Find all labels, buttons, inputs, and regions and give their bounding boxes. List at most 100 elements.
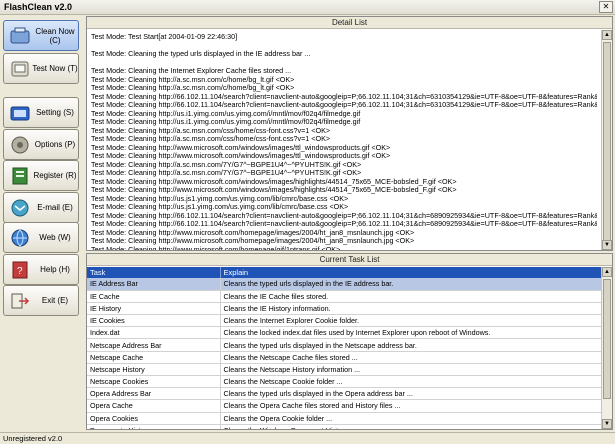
svg-text:?: ? xyxy=(17,266,23,277)
log-line: Test Mode: Cleaning http://www.microsoft… xyxy=(91,143,391,152)
table-row[interactable]: IE Cookies Cleans the Internet Explorer C… xyxy=(87,314,601,328)
task-scroll-down-icon[interactable]: ▼ xyxy=(602,419,612,429)
explain-cell: Cleans the Windows Document History. xyxy=(220,424,601,429)
table-row[interactable]: Documents HistoryCleans the Windows Docu… xyxy=(87,424,601,429)
table-row[interactable]: IE Cache Cleans the IE Cache files stored… xyxy=(87,290,601,303)
log-line: Test Mode: Cleaning the typed urls displ… xyxy=(91,50,311,58)
status-text: Unregistered v2.0 xyxy=(3,434,63,443)
table-row[interactable]: IE Address Bar Cleans the typed urls disp… xyxy=(87,278,601,291)
log-line: Test Mode: Cleaning http://66.102.11.104… xyxy=(91,92,597,101)
explain-cell: Cleans the locked index.dat files used b… xyxy=(220,326,601,340)
task-cell: IE Cache xyxy=(87,290,221,303)
log-line: Test Mode: Cleaning the Internet Explore… xyxy=(91,67,292,75)
table-row[interactable]: Index.dat Cleans the locked index.dat fil… xyxy=(87,326,601,340)
explain-cell: Cleans the Internet Explorer Cookie fold… xyxy=(220,314,601,328)
table-row[interactable]: IE History Cleans the IE History informat… xyxy=(87,302,601,316)
log-line: Test Mode: Cleaning http://66.102.11.104… xyxy=(91,101,597,109)
web-button[interactable]: Web (W) xyxy=(3,222,79,253)
task-list-header: Current Task List xyxy=(87,254,612,266)
log-line: Test Mode: Cleaning http://www.microsoft… xyxy=(91,186,457,194)
table-row[interactable]: Netscape Cache Cleans the Netscape Cache … xyxy=(87,351,601,364)
log-line: Test Mode: Test Start[at 2004-01-09 22:4… xyxy=(91,33,238,41)
task-cell: Netscape Cookies xyxy=(87,375,221,389)
close-icon[interactable]: ✕ xyxy=(599,1,613,13)
exit-button[interactable]: Exit (E) xyxy=(3,285,79,316)
task-cell: Documents History xyxy=(87,424,221,429)
log-line: Test Mode: Cleaning http://www.microsoft… xyxy=(91,228,415,237)
task-cell: Netscape Cache xyxy=(87,351,221,364)
sidebar: Clean Now (C) Test Now (T) Setting (S) O… xyxy=(0,16,84,430)
scroll-thumb[interactable] xyxy=(603,42,611,242)
setting-button[interactable]: Setting (S) xyxy=(3,97,79,128)
register-button[interactable]: Register (R) xyxy=(3,160,79,191)
task-cell: Opera Cookies xyxy=(87,412,221,425)
options-icon xyxy=(8,134,32,156)
scroll-down-icon[interactable]: ▼ xyxy=(602,240,612,250)
table-row[interactable]: Netscape Cookies Cleans the Netscape Cook… xyxy=(87,375,601,389)
table-row[interactable]: Netscape Address Bar Cleans the typed url… xyxy=(87,338,601,352)
email-button[interactable]: E-mail (E) xyxy=(3,192,79,223)
column-header-task[interactable]: Task xyxy=(87,267,221,278)
scroll-up-icon[interactable]: ▲ xyxy=(602,30,612,40)
column-header-explain[interactable]: Explain xyxy=(220,267,601,278)
log-line: Test Mode: Cleaning http://us.js1.yimg.c… xyxy=(91,203,349,211)
status-bar: Unregistered v2.0 xyxy=(0,432,615,444)
log-line: Test Mode: Cleaning http://a.sc.msn.com/… xyxy=(91,135,331,143)
explain-cell: Cleans the Netscape Cache files stored .… xyxy=(220,351,601,364)
task-scroll-up-icon[interactable]: ▲ xyxy=(602,267,612,277)
explain-cell: Cleans the Opera Cookie folder ... xyxy=(220,412,601,425)
register-label: Register (R) xyxy=(33,171,77,180)
email-icon xyxy=(8,197,32,219)
log-line: Test Mode: Cleaning http://us.i1.yimg.co… xyxy=(91,109,361,118)
clean-now-label: Clean Now (C) xyxy=(35,26,75,45)
clean-icon xyxy=(8,25,32,47)
web-icon xyxy=(8,227,32,249)
log-line: Test Mode: Cleaning http://www.microsoft… xyxy=(91,237,415,245)
table-row[interactable]: Opera Address Bar Cleans the typed urls d… xyxy=(87,387,601,401)
test-now-label: Test Now (T) xyxy=(32,64,78,73)
detail-scrollbar[interactable]: ▲ ▼ xyxy=(601,30,612,250)
explain-cell: Cleans the Netscape History information … xyxy=(220,363,601,377)
log-line: Test Mode: Cleaning http://a.sc.msn.com/… xyxy=(91,169,362,177)
help-label: Help (H) xyxy=(40,265,70,274)
table-row[interactable]: Opera Cookies Cleans the Opera Cookie fol… xyxy=(87,412,601,425)
task-cell: Netscape Address Bar xyxy=(87,338,221,352)
explain-cell: Cleans the typed urls displayed in the N… xyxy=(220,338,601,352)
log-line: Test Mode: Cleaning http://a.sc.msn.com/… xyxy=(91,160,362,169)
task-scroll-thumb[interactable] xyxy=(603,279,611,399)
task-list-panel: Current Task List Task Explain IE Addres… xyxy=(86,253,613,430)
log-line: Test Mode: Cleaning http://a.sc.msn.com/… xyxy=(91,126,331,135)
explain-cell: Cleans the IE Cache files stored. xyxy=(220,290,601,303)
explain-cell: Cleans the IE History information. xyxy=(220,302,601,316)
table-row[interactable]: Netscape History Cleans the Netscape Hist… xyxy=(87,363,601,377)
help-button[interactable]: ? Help (H) xyxy=(3,254,79,285)
task-cell: IE Address Bar xyxy=(87,278,221,291)
task-cell: IE Cookies xyxy=(87,314,221,328)
task-scrollbar[interactable]: ▲ ▼ xyxy=(601,267,612,429)
explain-cell: Cleans the typed urls displayed in the O… xyxy=(220,387,601,401)
help-icon: ? xyxy=(8,259,32,281)
log-line: Test Mode: Cleaning http://a.sc.msn.com/… xyxy=(91,84,295,92)
clean-now-button[interactable]: Clean Now (C) xyxy=(3,20,79,51)
email-label: E-mail (E) xyxy=(37,203,73,212)
log-line: Test Mode: Cleaning http://us.i1.yimg.co… xyxy=(91,118,361,126)
log-line: Test Mode: Cleaning http://us.js1.yimg.c… xyxy=(91,194,349,203)
table-row[interactable]: Opera Cache Cleans the Opera Cache files … xyxy=(87,399,601,413)
log-line: Test Mode: Cleaning http://www.microsoft… xyxy=(91,177,457,186)
log-line: Test Mode: Cleaning http://www.microsoft… xyxy=(91,152,391,160)
exit-icon xyxy=(8,290,32,312)
explain-cell: Cleans the Opera Cache files stored and … xyxy=(220,399,601,413)
options-button[interactable]: Options (P) xyxy=(3,129,79,160)
options-label: Options (P) xyxy=(34,140,76,149)
explain-cell: Cleans the typed urls displayed in the I… xyxy=(220,278,601,291)
task-cell: Netscape History xyxy=(87,363,221,377)
log-line: Test Mode: Cleaning http://www.microsoft… xyxy=(91,245,341,251)
log-line: Test Mode: Cleaning http://66.102.11.104… xyxy=(91,220,597,228)
test-now-button[interactable]: Test Now (T) xyxy=(3,53,79,84)
log-line: Test Mode: Cleaning http://66.102.11.104… xyxy=(91,211,597,220)
task-cell: Opera Cache xyxy=(87,399,221,413)
task-table: Task Explain IE Address Bar Cleans the ty… xyxy=(87,267,601,429)
web-label: Web (W) xyxy=(39,233,71,242)
detail-log[interactable]: Test Mode: Test Start[at 2004-01-09 22:4… xyxy=(87,30,601,250)
